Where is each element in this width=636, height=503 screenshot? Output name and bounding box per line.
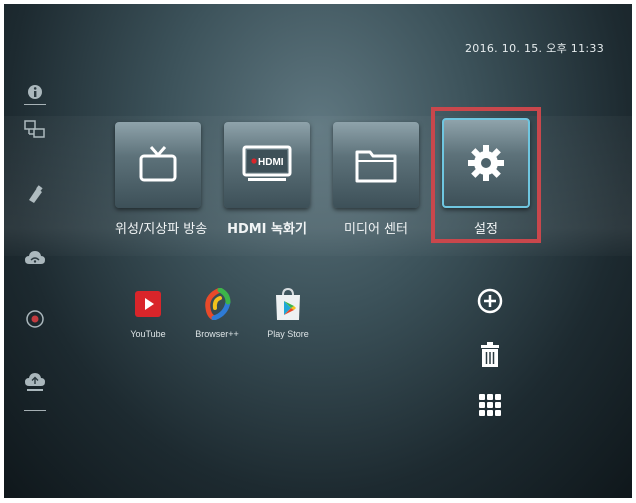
- tile-broadcast[interactable]: [115, 122, 201, 208]
- trash-icon: [481, 342, 499, 367]
- tile-label-settings: 설정: [474, 222, 498, 237]
- all-apps-button[interactable]: [474, 389, 506, 421]
- tile-label-media: 미디어 센터: [344, 222, 408, 237]
- gear-icon: [468, 145, 504, 181]
- hdmi-icon: HDMI: [242, 145, 292, 181]
- sidebar-item-record[interactable]: [20, 309, 50, 329]
- app-label-browser: Browser++: [195, 329, 239, 339]
- add-icon: [477, 288, 503, 314]
- grid-icon: [479, 394, 501, 416]
- home-screen: 2016. 10. 15. 오후 11:33 위성/지상파 방송 HDMI HD…: [4, 4, 632, 498]
- tile-label-hdmi: HDMI 녹화기: [227, 222, 307, 237]
- hdmi-icon-text: HDMI: [258, 157, 284, 168]
- sidebar-divider: [24, 104, 46, 105]
- tile-label-broadcast: 위성/지상파 방송: [115, 222, 208, 237]
- cloud-upload-icon: [25, 373, 45, 391]
- folder-icon: [355, 150, 397, 183]
- sidebar-item-info[interactable]: [20, 84, 50, 100]
- app-label-youtube: YouTube: [130, 329, 166, 339]
- delete-app-button[interactable]: [474, 339, 506, 371]
- tv-icon: [139, 146, 177, 182]
- play-store-icon: [271, 287, 305, 321]
- app-play-store[interactable]: Play Store: [258, 287, 318, 339]
- tile-settings[interactable]: [442, 118, 530, 208]
- youtube-icon: [131, 287, 165, 321]
- clock: 2016. 10. 15. 오후 11:33: [464, 42, 604, 55]
- app-browser[interactable]: Browser++: [187, 287, 247, 339]
- record-icon: [26, 310, 44, 328]
- tile-hdmi-recorder[interactable]: HDMI: [224, 122, 310, 208]
- sidebar-divider: [24, 410, 46, 411]
- sidebar-item-cloud[interactable]: [20, 372, 50, 394]
- info-icon: [28, 85, 42, 99]
- app-youtube[interactable]: YouTube: [118, 287, 178, 339]
- tile-media-center[interactable]: [333, 122, 419, 208]
- app-label-play-store: Play Store: [267, 329, 309, 339]
- add-app-button[interactable]: [474, 285, 506, 317]
- browser-icon: [200, 287, 234, 321]
